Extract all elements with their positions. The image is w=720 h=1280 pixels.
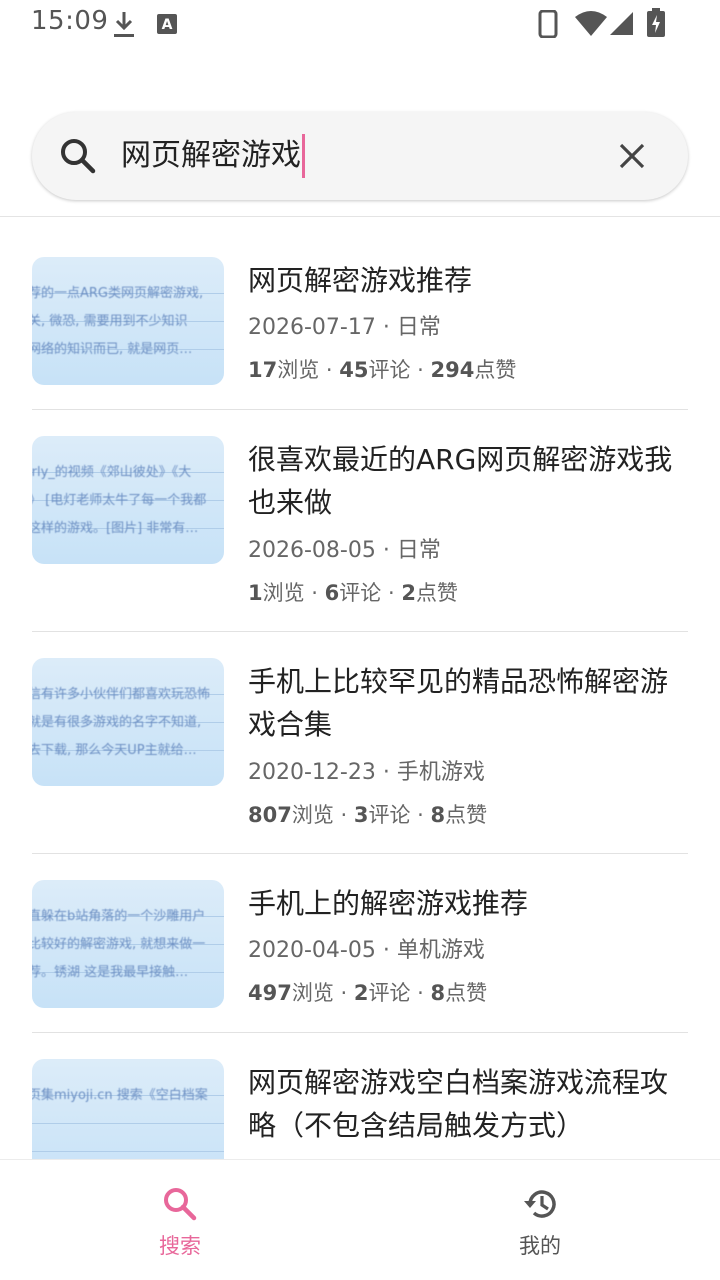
thumbnail-text: irly_的视频《郊山彼处》《大 [32, 465, 192, 480]
thumbnail-text: 这样的游戏。[图片] 非常有… [32, 521, 199, 536]
result-category: 日常 [396, 538, 441, 563]
phone-icon [538, 10, 558, 38]
result-category: 日常 [396, 315, 441, 340]
result-item[interactable]: 信有许多小伙伴们都喜欢玩恐怖 就是有很多游戏的名字不知道, 去下载, 那么今天U… [32, 632, 688, 854]
wifi-icon [575, 11, 607, 36]
thumbnail-text: 关, 微恐, 需要用到不少知识 [32, 314, 188, 329]
result-title[interactable]: 手机上比较罕见的精品恐怖解密游戏合集 [248, 660, 684, 746]
thumbnail-text: 去下载, 那么今天UP主就给… [32, 743, 197, 758]
result-title[interactable]: 网页解密游戏空白档案游戏流程攻略（不包含结局触发方式） [248, 1061, 684, 1147]
clear-icon[interactable] [618, 142, 646, 170]
signal-icon [610, 12, 633, 35]
tab-search-label: 搜索 [159, 1234, 201, 1258]
thumbnail-text: 荐。锈湖 这是我最早接触… [32, 965, 189, 980]
status-bar: 15:09 A [0, 0, 720, 48]
thumbnail-text: 网络的知识而已, 就是网页… [32, 342, 193, 357]
result-title[interactable]: 手机上的解密游戏推荐 [248, 882, 684, 925]
result-stats: 497浏览 · 2评论 · 8点赞 [248, 981, 488, 1005]
search-input[interactable]: 网页解密游戏 [121, 134, 305, 178]
result-stats: 1浏览 · 6评论 · 2点赞 [248, 581, 458, 605]
result-meta: 2026-07-17 · 日常 [248, 315, 441, 340]
result-stats: 807浏览 · 3评论 · 8点赞 [248, 803, 488, 827]
result-date: 2020-04-05 [248, 938, 376, 963]
result-title[interactable]: 网页解密游戏推荐 [248, 259, 684, 302]
views-count: 807 [248, 803, 292, 827]
keyboard-a-icon: A [157, 14, 177, 34]
result-thumbnail: 页集miyoji.cn 搜索《空白档案 [32, 1059, 224, 1159]
thumbnail-text: 信有许多小伙伴们都喜欢玩恐怖 [32, 687, 211, 702]
result-item[interactable]: 直躲在b站角落的一个沙雕用户 比较好的解密游戏, 就想来做一 荐。锈湖 这是我最… [32, 854, 688, 1033]
result-item[interactable]: irly_的视频《郊山彼处》《大 》 [电灯老师太牛了每一个我都 这样的游戏。[… [32, 410, 688, 632]
comments-count: 2 [353, 981, 369, 1005]
bottom-nav: 搜索 我的 [0, 1159, 720, 1280]
result-thumbnail: 信有许多小伙伴们都喜欢玩恐怖 就是有很多游戏的名字不知道, 去下载, 那么今天U… [32, 658, 224, 786]
tab-search[interactable]: 搜索 [0, 1160, 360, 1280]
thumbnail-text: 页集miyoji.cn 搜索《空白档案 [32, 1088, 208, 1103]
result-item[interactable]: 页集miyoji.cn 搜索《空白档案 网页解密游戏空白档案游戏流程攻略（不包含… [32, 1033, 688, 1159]
thumbnail-text: 直躲在b站角落的一个沙雕用户 [32, 909, 206, 924]
views-count: 497 [248, 981, 292, 1005]
search-bar[interactable]: 网页解密游戏 [32, 112, 688, 200]
search-icon [164, 1188, 197, 1221]
result-category: 单机游戏 [396, 938, 485, 963]
battery-charging-icon [647, 8, 665, 37]
comments-count: 45 [339, 358, 369, 382]
thumbnail-text: 比较好的解密游戏, 就想来做一 [32, 937, 206, 952]
tab-mine[interactable]: 我的 [360, 1160, 720, 1280]
result-category: 手机游戏 [396, 760, 485, 785]
text-caret [302, 134, 305, 178]
result-stats: 17浏览 · 45评论 · 294点赞 [248, 358, 517, 382]
search-query: 网页解密游戏 [121, 138, 301, 173]
svg-text:A: A [162, 17, 173, 33]
likes-count: 8 [430, 803, 446, 827]
result-date: 2026-07-17 [248, 315, 376, 340]
result-thumbnail: 荐的一点ARG类网页解密游戏, 关, 微恐, 需要用到不少知识 网络的知识而已,… [32, 257, 224, 385]
result-thumbnail: irly_的视频《郊山彼处》《大 》 [电灯老师太牛了每一个我都 这样的游戏。[… [32, 436, 224, 564]
thumbnail-text: 》 [电灯老师太牛了每一个我都 [32, 493, 207, 508]
result-date: 2026-08-05 [248, 538, 376, 563]
likes-count: 294 [430, 358, 475, 382]
likes-count: 2 [401, 581, 416, 605]
result-date: 2020-12-23 [248, 760, 376, 785]
thumbnail-text: 荐的一点ARG类网页解密游戏, [32, 286, 204, 301]
likes-count: 8 [430, 981, 446, 1005]
result-title[interactable]: 很喜欢最近的ARG网页解密游戏我也来做 [248, 438, 684, 524]
result-meta: 2020-12-23 · 手机游戏 [248, 760, 485, 785]
result-meta: 2020-04-05 · 单机游戏 [248, 938, 485, 963]
result-item[interactable]: 荐的一点ARG类网页解密游戏, 关, 微恐, 需要用到不少知识 网络的知识而已,… [32, 217, 688, 410]
thumbnail-text: 就是有很多游戏的名字不知道, [32, 715, 202, 730]
comments-count: 3 [353, 803, 369, 827]
result-meta: 2026-08-05 · 日常 [248, 538, 441, 563]
views-count: 17 [248, 358, 278, 382]
download-icon [114, 12, 134, 37]
views-count: 1 [248, 581, 263, 605]
search-icon [61, 139, 96, 174]
history-icon [524, 1190, 556, 1218]
comments-count: 6 [324, 581, 340, 605]
result-thumbnail: 直躲在b站角落的一个沙雕用户 比较好的解密游戏, 就想来做一 荐。锈湖 这是我最… [32, 880, 224, 1008]
tab-mine-label: 我的 [519, 1234, 561, 1258]
status-time: 15:09 [31, 6, 109, 36]
results-list[interactable]: 荐的一点ARG类网页解密游戏, 关, 微恐, 需要用到不少知识 网络的知识而已,… [0, 217, 720, 1159]
